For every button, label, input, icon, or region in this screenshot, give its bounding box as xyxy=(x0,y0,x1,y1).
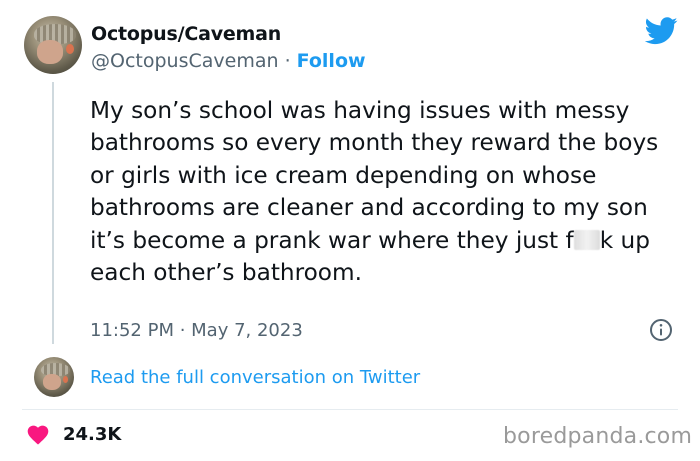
reply-avatar[interactable] xyxy=(34,357,74,397)
tweet-text-part1: My son’s school was having issues with m… xyxy=(90,97,659,254)
author-name[interactable]: Octopus/Caveman xyxy=(91,23,281,45)
tweet-text: My son’s school was having issues with m… xyxy=(90,95,680,289)
author-avatar[interactable] xyxy=(24,16,82,74)
footer-divider xyxy=(22,409,678,410)
source-watermark: boredpanda.com xyxy=(503,424,693,449)
censor-blur xyxy=(573,229,600,250)
like-count: 24.3K xyxy=(63,424,122,445)
author-handle-row: @OctopusCaveman · Follow xyxy=(91,50,366,72)
info-icon[interactable] xyxy=(649,318,673,342)
author-handle[interactable]: @OctopusCaveman xyxy=(91,50,279,72)
twitter-bird-icon[interactable] xyxy=(645,17,678,45)
follow-link[interactable]: Follow xyxy=(297,50,366,72)
tweet-timestamp[interactable]: 11:52 PM · May 7, 2023 xyxy=(90,320,303,341)
thread-line xyxy=(52,82,54,344)
heart-icon[interactable] xyxy=(26,423,50,445)
read-conversation-link[interactable]: Read the full conversation on Twitter xyxy=(90,367,420,388)
handle-separator: · xyxy=(284,50,291,72)
